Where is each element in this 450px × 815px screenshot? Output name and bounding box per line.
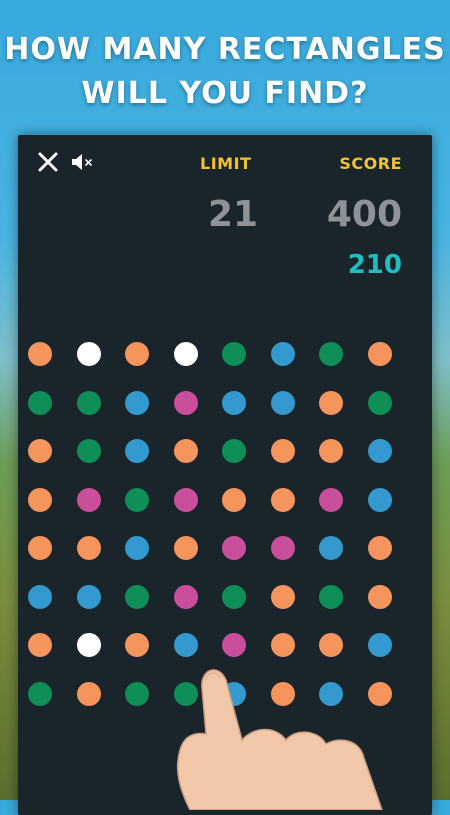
dot-orange[interactable] <box>367 584 392 609</box>
dot-orange[interactable] <box>173 536 198 560</box>
dot-orange[interactable] <box>222 487 246 512</box>
dot-green[interactable] <box>76 390 101 415</box>
dot-blue[interactable] <box>173 633 198 657</box>
speaker-muted-icon[interactable] <box>70 150 94 174</box>
dot-orange[interactable] <box>270 681 295 706</box>
dot-orange[interactable] <box>270 584 295 609</box>
dot-pink[interactable] <box>173 487 198 512</box>
dot-green[interactable] <box>125 487 149 512</box>
limit-label: LIMIT <box>200 154 252 173</box>
dot-orange[interactable] <box>125 633 149 657</box>
dot-green[interactable] <box>125 681 149 706</box>
dot-orange[interactable] <box>28 342 52 366</box>
headline-line-1: HOW MANY RECTANGLES <box>4 32 446 67</box>
dot-blue[interactable] <box>270 390 295 415</box>
dot-white[interactable] <box>76 633 101 657</box>
dot-orange[interactable] <box>367 681 392 706</box>
dot-orange[interactable] <box>28 536 52 560</box>
dot-pink[interactable] <box>76 487 101 512</box>
score-label: SCORE <box>339 154 402 173</box>
dot-green[interactable] <box>222 342 246 366</box>
dot-green[interactable] <box>173 681 198 706</box>
dot-blue[interactable] <box>367 439 392 463</box>
dot-blue[interactable] <box>125 439 149 463</box>
dot-blue[interactable] <box>76 584 101 609</box>
dot-orange[interactable] <box>270 439 295 463</box>
dot-pink[interactable] <box>173 584 198 609</box>
dot-blue[interactable] <box>222 681 246 706</box>
dot-orange[interactable] <box>319 390 343 415</box>
dot-pink[interactable] <box>173 390 198 415</box>
dot-green[interactable] <box>28 681 52 706</box>
dot-white[interactable] <box>173 342 198 366</box>
dot-orange[interactable] <box>76 536 101 560</box>
dot-green[interactable] <box>125 584 149 609</box>
dot-green[interactable] <box>222 584 246 609</box>
dot-orange[interactable] <box>270 487 295 512</box>
dot-white[interactable] <box>76 342 101 366</box>
dot-orange[interactable] <box>173 439 198 463</box>
dot-green[interactable] <box>222 439 246 463</box>
dot-orange[interactable] <box>28 439 52 463</box>
dot-blue[interactable] <box>28 584 52 609</box>
dot-blue[interactable] <box>125 536 149 560</box>
dot-blue[interactable] <box>319 681 343 706</box>
dot-orange[interactable] <box>319 633 343 657</box>
dot-green[interactable] <box>367 390 392 415</box>
dot-grid[interactable] <box>28 342 420 726</box>
dot-orange[interactable] <box>125 342 149 366</box>
dot-orange[interactable] <box>319 439 343 463</box>
dot-orange[interactable] <box>76 681 101 706</box>
dot-orange[interactable] <box>270 633 295 657</box>
dot-green[interactable] <box>319 584 343 609</box>
dot-pink[interactable] <box>319 487 343 512</box>
dot-orange[interactable] <box>367 536 392 560</box>
dot-green[interactable] <box>76 439 101 463</box>
dot-blue[interactable] <box>125 390 149 415</box>
dot-green[interactable] <box>28 390 52 415</box>
dot-pink[interactable] <box>270 536 295 560</box>
dot-orange[interactable] <box>367 342 392 366</box>
dot-blue[interactable] <box>367 487 392 512</box>
dot-blue[interactable] <box>367 633 392 657</box>
headline: HOW MANY RECTANGLES WILL YOU FIND? <box>0 28 450 116</box>
dot-blue[interactable] <box>270 342 295 366</box>
dot-blue[interactable] <box>222 390 246 415</box>
dot-orange[interactable] <box>28 633 52 657</box>
score-value: 400 <box>326 194 402 235</box>
dot-orange[interactable] <box>28 487 52 512</box>
dot-blue[interactable] <box>319 536 343 560</box>
close-icon[interactable] <box>36 150 60 174</box>
dot-green[interactable] <box>319 342 343 366</box>
dot-pink[interactable] <box>222 536 246 560</box>
limit-value: 21 <box>208 194 259 235</box>
target-score: 210 <box>347 250 402 280</box>
dot-pink[interactable] <box>222 633 246 657</box>
headline-line-2: WILL YOU FIND? <box>81 76 369 111</box>
